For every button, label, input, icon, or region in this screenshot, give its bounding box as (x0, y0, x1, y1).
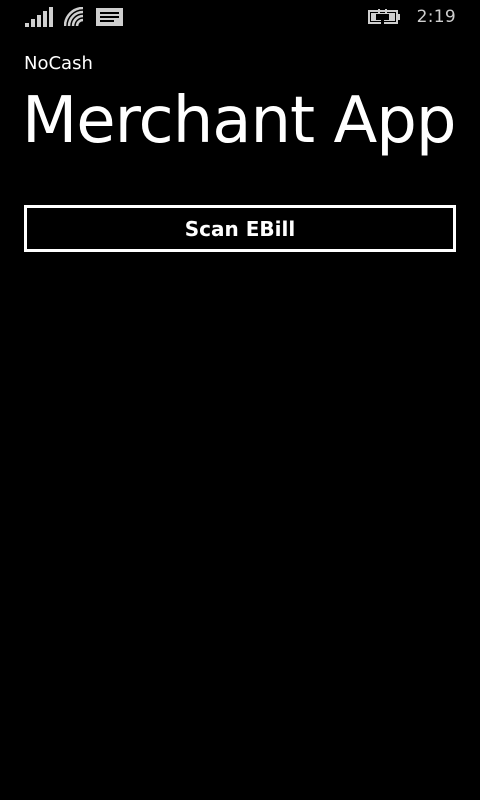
battery-charging-icon (368, 9, 400, 24)
wifi-icon (64, 7, 84, 27)
status-bar: 2:19 (0, 0, 480, 34)
page-title: Merchant App (22, 84, 456, 158)
scan-ebill-button[interactable]: Scan EBill (24, 205, 456, 252)
app-name: NoCash (24, 53, 93, 74)
signal-strength-icon (25, 7, 53, 27)
clock: 2:19 (416, 7, 456, 27)
message-icon (96, 8, 123, 26)
